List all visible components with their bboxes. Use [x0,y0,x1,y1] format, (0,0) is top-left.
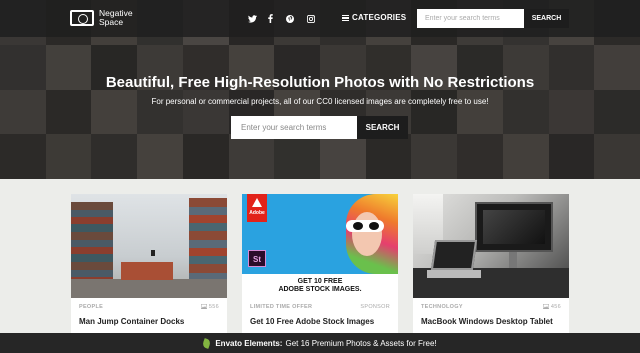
top-navbar: Negative Space CATEGORIES SEARCH [0,0,640,37]
instagram-icon[interactable] [305,13,317,23]
categories-menu[interactable]: CATEGORIES [342,13,406,22]
header-search-input[interactable] [417,9,524,28]
card-title[interactable]: MacBook Windows Desktop Tablet [421,317,553,326]
photo-card-macbook[interactable]: TECHNOLOGY 456 MacBook Windows Desktop T… [413,194,569,334]
hero-search-input[interactable] [231,116,357,139]
camera-logo-icon [70,10,94,26]
hero-title: Beautiful, Free High-Resolution Photos w… [105,74,535,91]
card-image-containers[interactable] [71,194,227,298]
site-logo[interactable]: Negative Space [70,9,133,27]
categories-label: CATEGORIES [352,13,407,22]
card-category: LIMITED TIME OFFER [250,304,313,310]
hero-subtitle: For personal or commercial projects, all… [151,97,489,106]
logo-text-line2: Space [99,17,124,27]
image-count-icon [543,304,550,310]
twitter-icon[interactable] [246,13,258,23]
photo-card-containers[interactable]: PEOPLE 556 Man Jump Container Docks [71,194,227,334]
facebook-icon[interactable] [264,13,276,24]
hero-search-button[interactable]: SEARCH [357,116,408,139]
ad-banner: GET 10 FREE ADOBE STOCK IMAGES. [242,274,398,298]
card-view-count: 556 [201,304,219,310]
envato-leaf-icon [202,337,212,349]
card-title[interactable]: Man Jump Container Docks [79,317,184,326]
hamburger-menu-icon [342,14,349,21]
card-category[interactable]: PEOPLE [79,304,103,310]
image-count-icon [201,304,208,310]
envato-brand: Envato Elements: [215,338,283,348]
photo-card-adobe-ad[interactable]: Adobe St GET 10 FREE ADOBE STOCK IMAGES.… [242,194,398,334]
adobe-stock-app-icon: St [248,250,266,267]
header-search-button[interactable]: SEARCH [524,9,569,28]
envato-promo-banner[interactable]: Envato Elements: Get 16 Premium Photos &… [0,333,640,353]
envato-promo-text: Get 16 Premium Photos & Assets for Free! [285,338,437,348]
card-view-count: 456 [543,304,561,310]
card-category[interactable]: TECHNOLOGY [421,304,463,310]
card-image-adobe-ad[interactable]: Adobe St GET 10 FREE ADOBE STOCK IMAGES. [242,194,398,298]
adobe-logo-icon: Adobe [247,194,267,222]
card-image-macbook[interactable] [413,194,569,298]
hero-section: Negative Space CATEGORIES SEARCH Beautif… [0,0,640,179]
pinterest-icon[interactable] [284,13,296,23]
card-title[interactable]: Get 10 Free Adobe Stock Images [250,317,374,326]
sponsor-label: SPONSOR [360,304,390,310]
